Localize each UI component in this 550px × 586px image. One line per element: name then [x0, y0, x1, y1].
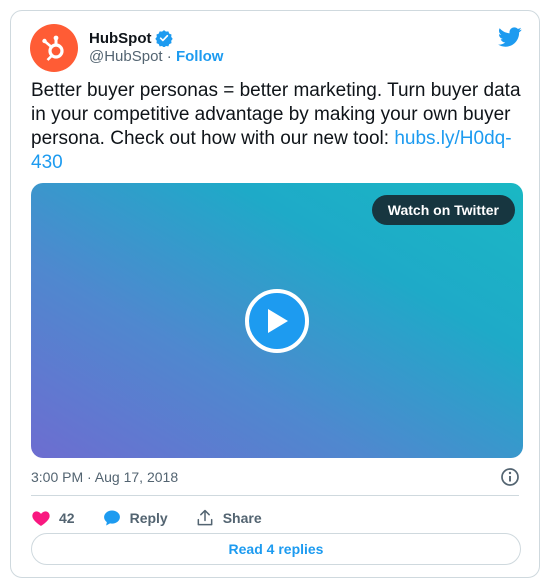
- action-bar: 42 Reply Share: [31, 506, 289, 530]
- follow-link[interactable]: Follow: [176, 48, 224, 65]
- handle-line: @HubSpot · Follow: [89, 48, 223, 65]
- avatar[interactable]: [30, 24, 78, 72]
- share-label: Share: [222, 510, 262, 526]
- play-button[interactable]: [245, 289, 309, 353]
- info-icon[interactable]: [500, 467, 520, 487]
- reply-button[interactable]: Reply: [102, 508, 168, 528]
- handle-separator: ·: [166, 48, 172, 65]
- heart-icon: [32, 511, 50, 526]
- author-name-text: HubSpot: [89, 29, 152, 47]
- share-button[interactable]: Share: [195, 508, 262, 528]
- reply-icon: [103, 510, 120, 526]
- verified-badge-icon: [155, 30, 174, 47]
- reply-label: Reply: [129, 510, 168, 526]
- author-name[interactable]: HubSpot: [89, 29, 174, 47]
- play-icon: [268, 309, 288, 333]
- watch-on-twitter-button[interactable]: Watch on Twitter: [371, 195, 515, 225]
- tweet-timestamp[interactable]: 3:00 PM · Aug 17, 2018: [31, 469, 178, 485]
- like-button[interactable]: 42: [31, 508, 75, 528]
- tweet-card: HubSpot @HubSpot · Follow Better buyer p…: [10, 10, 540, 578]
- read-replies-button[interactable]: Read 4 replies: [31, 533, 521, 565]
- video-media[interactable]: Watch on Twitter: [31, 183, 523, 458]
- like-count: 42: [59, 510, 75, 526]
- tweet-text: Better buyer personas = better marketing…: [31, 79, 526, 175]
- hubspot-logo-icon: [42, 35, 64, 61]
- share-icon: [197, 509, 213, 526]
- divider: [31, 495, 519, 496]
- author-handle[interactable]: @HubSpot: [89, 48, 163, 65]
- twitter-bird-icon[interactable]: [498, 25, 522, 49]
